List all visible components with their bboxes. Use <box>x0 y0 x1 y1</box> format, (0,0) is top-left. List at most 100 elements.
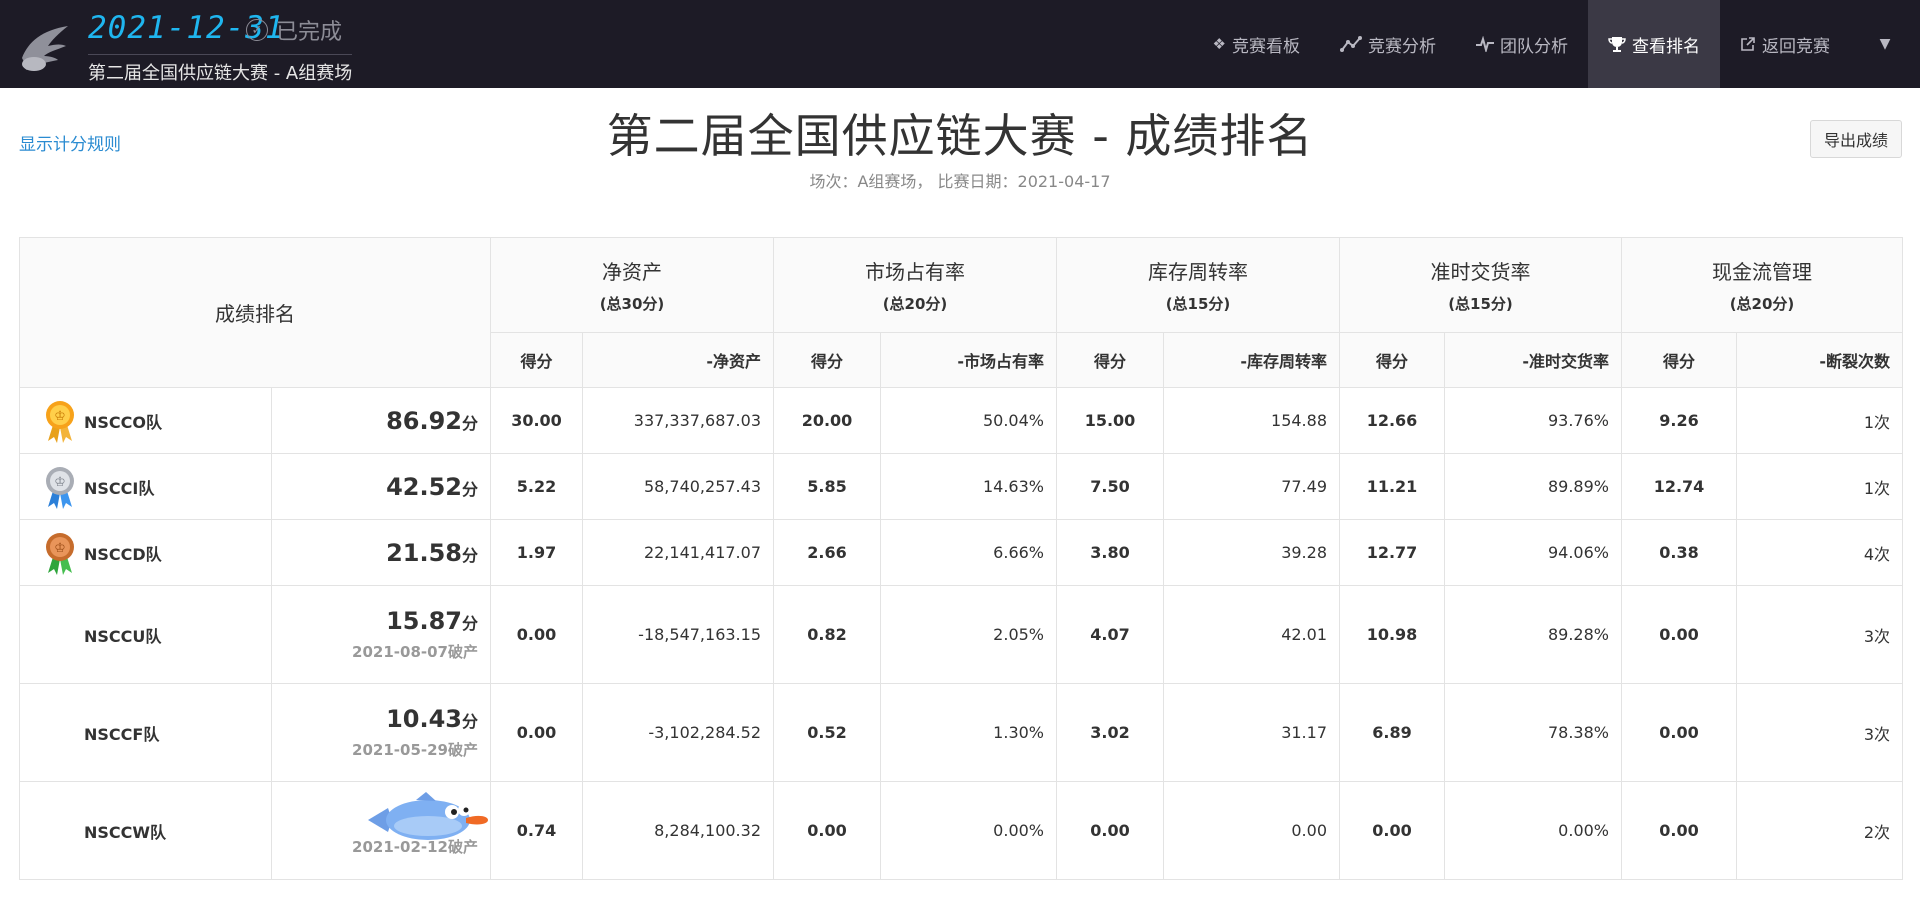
team-name: NSCCW队 <box>84 822 167 842</box>
nav-label: 查看排名 <box>1632 36 1700 57</box>
market-share-score: 2.66 <box>773 519 881 586</box>
nav-item-team-analysis[interactable]: 团队分析 <box>1456 0 1588 88</box>
silver-medal-icon: ♔ <box>46 466 74 509</box>
team-cell: NSCCF队 <box>19 683 272 782</box>
net-assets-score: 1.97 <box>490 519 583 586</box>
on-time-delivery-value: 78.38% <box>1444 683 1622 782</box>
group-total: (总15分) <box>1448 295 1513 313</box>
market-share-score: 0.82 <box>773 585 881 684</box>
chart-icon <box>1340 36 1362 52</box>
competition-subtitle: 第二届全国供应链大赛 - A组赛场 <box>88 54 353 85</box>
nav-item-back[interactable]: 返回竞赛 <box>1720 0 1850 88</box>
group-name: 净资产 <box>602 260 662 284</box>
group-name: 准时交货率 <box>1430 260 1531 284</box>
group-name: 库存周转率 <box>1148 260 1248 284</box>
group-total: (总30分) <box>599 295 665 313</box>
market-share-value: 6.66% <box>880 519 1057 586</box>
group-total: (总20分) <box>1729 295 1795 313</box>
market-share-score: 20.00 <box>773 387 881 454</box>
on-time-delivery-score: 0.00 <box>1339 781 1445 880</box>
total-score-cell: 15.87分 2021-08-07破产 <box>271 585 491 684</box>
group-name: 市场占有率 <box>865 260 965 284</box>
market-share-value: 50.04% <box>880 387 1057 454</box>
nav-item-dashboard[interactable]: ❖ 竞赛看板 <box>1193 0 1320 88</box>
net-assets-value: 8,284,100.32 <box>582 781 774 880</box>
net-assets-score: 0.00 <box>490 683 583 782</box>
export-scores-button[interactable]: 导出成绩 <box>1809 120 1902 158</box>
col-metric: -准时交货率 <box>1444 332 1622 388</box>
trophy-icon <box>1608 37 1626 52</box>
cashflow-breaks: 4次 <box>1736 519 1903 586</box>
team-name: NSCCI队 <box>84 478 155 498</box>
net-assets-value: -3,102,284.52 <box>582 683 774 782</box>
total-score: 21.58 <box>386 538 462 567</box>
nav-label: 团队分析 <box>1500 36 1568 57</box>
nav-dropdown-toggle[interactable]: ▼ <box>1850 0 1920 88</box>
score-unit: 分 <box>461 413 478 433</box>
group-name: 现金流管理 <box>1712 260 1812 284</box>
gold-medal-icon: ♔ <box>46 400 74 443</box>
market-share-score: 0.00 <box>773 781 881 880</box>
group-total: (总15分) <box>1165 295 1231 313</box>
cashflow-score: 0.38 <box>1621 519 1737 586</box>
nav-item-analysis[interactable]: 竞赛分析 <box>1320 0 1456 88</box>
on-time-delivery-score: 12.66 <box>1339 387 1445 454</box>
team-name: NSCCO队 <box>84 412 163 432</box>
table-row: ♔ NSCCD队 21.58分 1.97 22,141,417.07 2.66 … <box>19 519 1903 586</box>
total-score-cell: 2021-02-12破产 <box>271 781 491 880</box>
market-share-score: 5.85 <box>773 453 881 520</box>
net-assets-score: 0.74 <box>490 781 583 880</box>
page-subtitle: 场次：A组赛场， 比赛日期：2021-04-17 <box>809 172 1111 191</box>
score-unit: 分 <box>461 545 478 565</box>
net-assets-value: 337,337,687.03 <box>582 387 774 454</box>
on-time-delivery-score: 10.98 <box>1339 585 1445 684</box>
total-score-cell: 10.43分 2021-05-29破产 <box>271 683 491 782</box>
on-time-delivery-score: 6.89 <box>1339 683 1445 782</box>
table-row: NSCCF队 10.43分 2021-05-29破产 0.00 -3,102,2… <box>19 683 1903 782</box>
cashflow-score: 0.00 <box>1621 683 1737 782</box>
page-title: 第二届全国供应链大赛 - 成绩排名 <box>606 109 1314 163</box>
cashflow-breaks: 2次 <box>1736 781 1903 880</box>
inventory-turnover-value: 0.00 <box>1163 781 1340 880</box>
score-unit: 分 <box>461 712 478 731</box>
col-score: 得分 <box>1056 332 1164 388</box>
top-nav-bar: 2021-12-31 ✓ 已完成 第二届全国供应链大赛 - A组赛场 ❖ 竞赛看… <box>0 0 1920 88</box>
group-header-cashflow: 现金流管理 (总20分) <box>1621 237 1903 333</box>
fish-icon <box>368 792 488 840</box>
caret-down-icon: ▼ <box>1879 36 1891 52</box>
score-unit: 分 <box>461 479 478 499</box>
bankrupt-date: 2021-08-07破产 <box>352 643 478 661</box>
on-time-delivery-value: 94.06% <box>1444 519 1622 586</box>
group-total: (总20分) <box>882 295 948 313</box>
total-score: 10.43 <box>386 705 462 733</box>
nav-item-ranking[interactable]: 查看排名 <box>1588 0 1720 88</box>
market-share-score: 0.52 <box>773 683 881 782</box>
cashflow-score: 12.74 <box>1621 453 1737 520</box>
total-score-cell: 86.92分 <box>271 387 491 454</box>
market-share-value: 2.05% <box>880 585 1057 684</box>
team-cell: ♔ NSCCD队 <box>19 519 272 586</box>
col-metric: -净资产 <box>582 332 774 388</box>
team-cell: ♔ NSCCO队 <box>19 387 272 454</box>
pulse-icon <box>1476 36 1494 52</box>
on-time-delivery-value: 89.28% <box>1444 585 1622 684</box>
market-share-value: 0.00% <box>880 781 1057 880</box>
group-header-on-time-delivery: 准时交货率 (总15分) <box>1339 237 1622 333</box>
market-share-value: 14.63% <box>880 453 1057 520</box>
group-header-net-assets: 净资产 (总30分) <box>490 237 774 333</box>
bankrupt-date: 2021-05-29破产 <box>352 741 478 759</box>
external-link-icon <box>1741 37 1755 51</box>
col-score: 得分 <box>773 332 881 388</box>
team-cell: ♔ NSCCI队 <box>19 453 272 520</box>
col-score: 得分 <box>1339 332 1445 388</box>
table-row: ♔ NSCCI队 42.52分 5.22 58,740,257.43 5.85 … <box>19 453 1903 520</box>
inventory-turnover-score: 3.80 <box>1056 519 1164 586</box>
cashflow-score: 9.26 <box>1621 387 1737 454</box>
svg-text:♔: ♔ <box>54 541 66 556</box>
status-badge: ✓ 已完成 <box>246 14 342 46</box>
total-score: 42.52 <box>386 472 462 501</box>
on-time-delivery-value: 93.76% <box>1444 387 1622 454</box>
net-assets-score: 0.00 <box>490 585 583 684</box>
team-cell: NSCCW队 <box>19 781 272 880</box>
table-row: NSCCW队 2021-02-12破产 0.74 8,284,100.32 0.… <box>19 781 1903 880</box>
